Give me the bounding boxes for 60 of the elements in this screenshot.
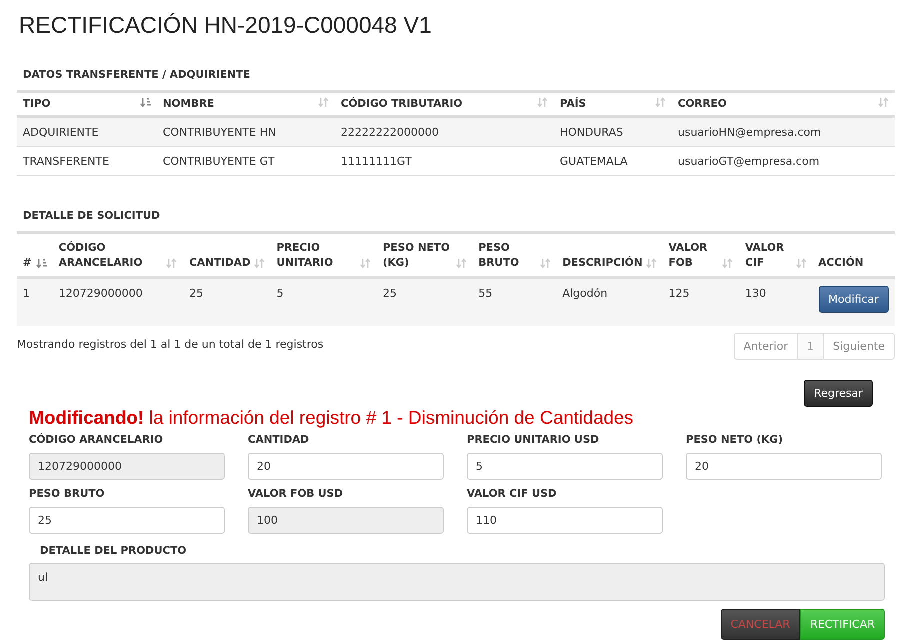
input-field[interactable]: 5	[467, 453, 663, 480]
input-field: ul	[29, 563, 885, 601]
input-field: 120729000000	[29, 453, 225, 480]
table-cell: usuarioHN@empresa.com	[672, 116, 895, 146]
table-cell: 125	[662, 278, 740, 326]
sort-icon[interactable]	[722, 258, 734, 269]
table-cell: 25	[376, 278, 473, 326]
column-header[interactable]: CÓDIGO TRIBUTARIO	[335, 92, 554, 116]
sort-icon[interactable]	[540, 258, 551, 269]
table-cell: 22222222000000	[335, 116, 554, 146]
section-heading: DATOS TRANSFERENTE / ADQUIRIENTE	[23, 69, 252, 81]
input-field[interactable]: 20	[686, 453, 882, 480]
sort-icon[interactable]	[318, 97, 329, 108]
table-cell: 55	[472, 278, 557, 326]
field-label: DETALLE DEL PRODUCTO	[40, 545, 188, 558]
pagination-button[interactable]: Anterior	[734, 333, 798, 360]
sort-icon[interactable]	[537, 97, 548, 108]
input-field[interactable]: 20	[248, 453, 444, 480]
back-button[interactable]: Regresar	[804, 380, 873, 407]
sort-icon[interactable]	[456, 258, 467, 269]
field-label: VALOR FOB USD	[248, 488, 344, 501]
field-label: CANTIDAD	[248, 434, 310, 447]
sort-icon[interactable]	[360, 258, 371, 269]
sort-icon[interactable]	[878, 97, 889, 108]
table-cell: usuarioGT@empresa.com	[672, 146, 895, 176]
sort-icon[interactable]	[254, 258, 265, 269]
column-header[interactable]: CORREO	[672, 92, 895, 116]
edit-heading: Modificando! la información del registro # 1 - Disminución de Cantidades	[29, 407, 635, 429]
table-cell: 5	[270, 278, 377, 326]
sort-icon[interactable]	[36, 258, 47, 269]
sort-icon[interactable]	[140, 97, 151, 108]
pagination-button[interactable]: Siguiente	[823, 333, 895, 360]
input-field[interactable]: 110	[467, 507, 663, 534]
table-cell: 130	[739, 278, 812, 326]
sort-icon[interactable]	[796, 258, 806, 269]
field-label: CÓDIGO ARANCELARIO	[29, 434, 164, 447]
table-cell: 11111111GT	[335, 146, 554, 176]
table-cell: ADQUIRIENTE	[17, 116, 157, 146]
section-heading: DETALLE DE SOLICITUD	[23, 210, 162, 222]
table-info: Mostrando registros del 1 al 1 de un total de 1 registros	[17, 338, 324, 351]
field-label: PESO BRUTO	[29, 488, 106, 501]
table-cell: 25	[183, 278, 271, 326]
table-cell: 1	[17, 278, 53, 326]
table-cell: CONTRIBUYENTE GT	[157, 146, 335, 176]
modify-button[interactable]: Modificar	[818, 286, 889, 313]
sort-icon[interactable]	[646, 258, 657, 269]
table-cell: Algodón	[556, 278, 663, 326]
table-cell: CONTRIBUYENTE HN	[157, 116, 335, 146]
table-cell: GUATEMALA	[554, 146, 672, 176]
input-field[interactable]: 25	[29, 507, 225, 534]
field-label: PESO NETO (KG)	[686, 434, 784, 447]
table-cell: HONDURAS	[554, 116, 672, 146]
input-field: 100	[248, 507, 444, 534]
page-title: RECTIFICACIÓN HN-2019-C000048 V1	[19, 12, 433, 39]
table-cell: TRANSFERENTE	[17, 146, 157, 176]
table-cell: 120729000000	[52, 278, 184, 326]
field-label: PRECIO UNITARIO USD	[467, 434, 600, 447]
sort-icon[interactable]	[166, 258, 178, 269]
sort-icon[interactable]	[655, 97, 666, 108]
field-label: VALOR CIF USD	[467, 488, 558, 501]
